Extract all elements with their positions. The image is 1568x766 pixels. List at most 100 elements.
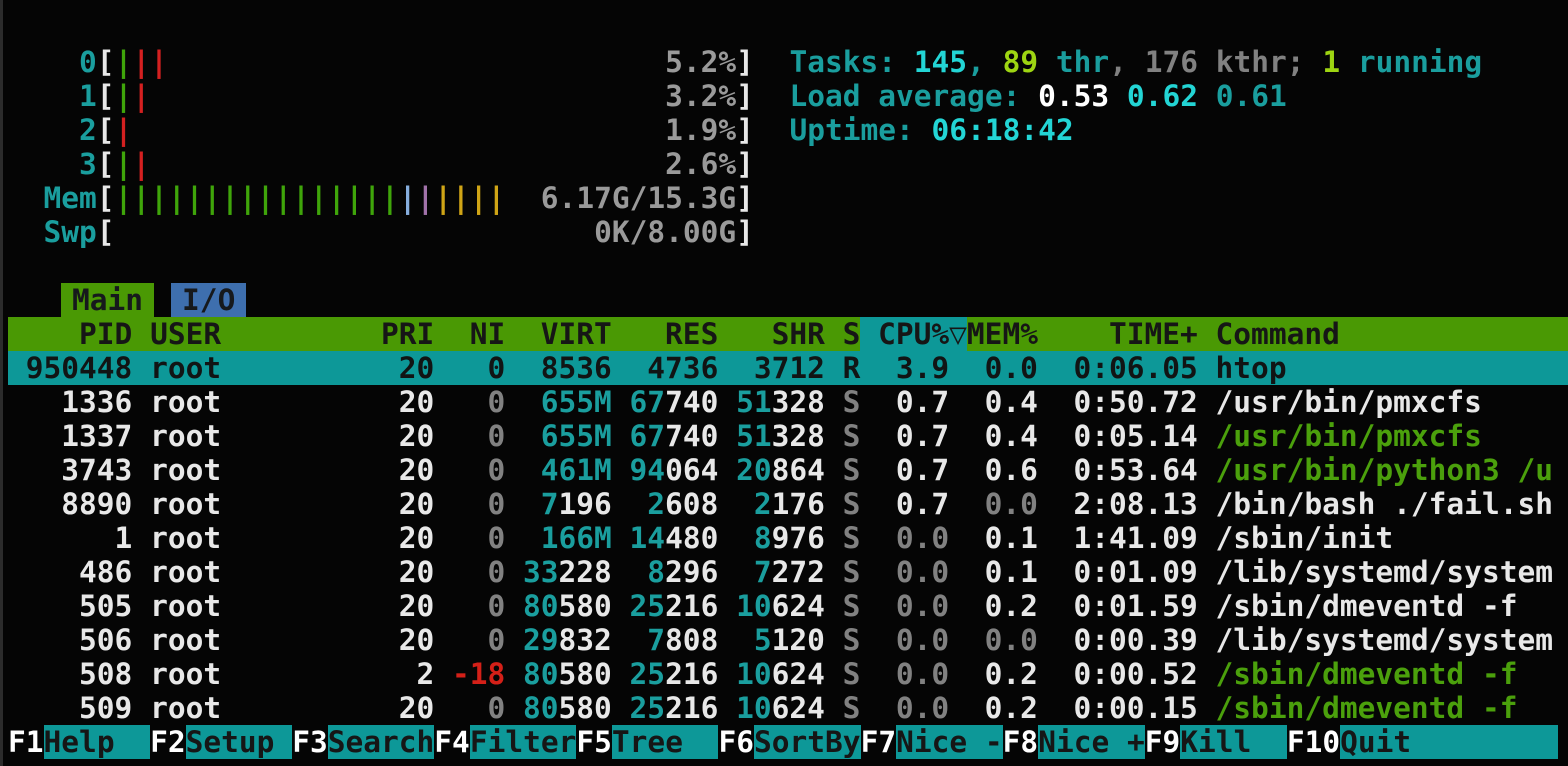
fkey-label: Tree bbox=[612, 725, 719, 759]
mem-mb-digits: 14 bbox=[630, 521, 666, 555]
meter-label: 1 bbox=[8, 79, 97, 113]
column-header-shr[interactable]: SHR bbox=[736, 317, 825, 351]
info-segment: 1 bbox=[1322, 45, 1340, 79]
cell-pid: 8890 bbox=[8, 487, 132, 521]
column-header-command[interactable]: Command bbox=[1216, 317, 1568, 351]
meter-bars: ||| bbox=[115, 45, 168, 79]
meter-bar-purple: | bbox=[417, 181, 435, 215]
process-row[interactable]: 509root200805802521610624S0.00.20:00.15/… bbox=[8, 691, 1568, 725]
cell-pid: 1336 bbox=[8, 385, 132, 419]
cell-shr: 10624 bbox=[736, 657, 825, 691]
column-header-time[interactable]: TIME+ bbox=[1056, 317, 1198, 351]
column-header-virt[interactable]: VIRT bbox=[523, 317, 612, 351]
meter-bar-green: | bbox=[115, 45, 133, 79]
mem-mb-digits: 166M bbox=[541, 521, 612, 555]
column-header-res[interactable]: RES bbox=[630, 317, 719, 351]
cell-pid: 505 bbox=[8, 589, 132, 623]
meter-open-bracket: [ bbox=[97, 181, 115, 215]
meter-bar-green: |||||||||||||||| bbox=[115, 181, 399, 215]
fkey-f9-kill[interactable]: F9Kill bbox=[1145, 725, 1287, 759]
fkey-f1-help[interactable]: F1Help bbox=[8, 725, 150, 759]
meter-bars: | bbox=[115, 113, 133, 147]
process-row[interactable]: 506root2002983278085120S0.00.00:00.39/li… bbox=[8, 623, 1568, 657]
fkey-f3-search[interactable]: F3Search bbox=[292, 725, 434, 759]
mem-mb-digits: 80 bbox=[523, 657, 559, 691]
column-header-pid[interactable]: PID bbox=[8, 317, 132, 351]
mem-mb-digits: 5 bbox=[754, 623, 772, 657]
process-row[interactable]: 1337root200655M6774051328S0.70.40:05.14/… bbox=[8, 419, 1568, 453]
meter-open-bracket: [ bbox=[97, 45, 115, 79]
mem-kb-digits: 580 bbox=[559, 691, 612, 725]
column-header-mem[interactable]: MEM% bbox=[967, 317, 1038, 351]
cell-virt: 29832 bbox=[523, 623, 612, 657]
cell-mem-percent: 0.0 bbox=[967, 487, 1038, 521]
tab-main[interactable]: Main bbox=[61, 283, 153, 317]
fkey-f7-nice[interactable]: F7Nice - bbox=[861, 725, 1003, 759]
info-segment: 0.61 bbox=[1216, 79, 1287, 113]
cell-virt: 8536 bbox=[523, 351, 612, 385]
cell-res: 14480 bbox=[630, 521, 719, 555]
fkey-f5-tree[interactable]: F5Tree bbox=[576, 725, 718, 759]
process-row[interactable]: 486root2003322882967272S0.00.10:01.09/li… bbox=[8, 555, 1568, 589]
cell-cpu-percent: 0.7 bbox=[878, 419, 949, 453]
process-row[interactable]: 3743root200461M9406420864S0.70.60:53.64/… bbox=[8, 453, 1568, 487]
cell-shr: 20864 bbox=[736, 453, 825, 487]
meter-bar-red: | bbox=[132, 79, 150, 113]
cell-command: /sbin/dmeventd -f bbox=[1216, 657, 1568, 691]
fkey-label: SortBy bbox=[754, 725, 861, 759]
mem-kb-digits: 120 bbox=[772, 623, 825, 657]
meter-label: 3 bbox=[8, 147, 97, 181]
fkey-f10-quit[interactable]: F10Quit bbox=[1287, 725, 1558, 759]
fkey-label: Filter bbox=[470, 725, 577, 759]
mem-kb-digits: 216 bbox=[665, 589, 718, 623]
process-row[interactable]: 1336root200655M6774051328S0.70.40:50.72/… bbox=[8, 385, 1568, 419]
meter-label: 0 bbox=[8, 45, 97, 79]
cell-res: 8296 bbox=[630, 555, 719, 589]
cell-pid: 1 bbox=[8, 521, 132, 555]
cell-res: 67740 bbox=[630, 419, 719, 453]
process-table-header: PID USER PRI NI VIRT RES SHR SCPU%▽MEM% TIME+ Com… bbox=[8, 317, 1568, 351]
cell-state: S bbox=[843, 657, 861, 691]
column-header-ni[interactable]: NI bbox=[452, 317, 505, 351]
cell-virt: 33228 bbox=[523, 555, 612, 589]
meter-close-bracket: ] bbox=[736, 215, 754, 249]
cell-state: S bbox=[843, 691, 861, 725]
info-segment: Load average: bbox=[789, 79, 1038, 113]
cell-res: 94064 bbox=[630, 453, 719, 487]
meter-close-bracket: ] bbox=[736, 113, 754, 147]
cell-ni: 0 bbox=[452, 691, 505, 725]
cell-ni: 0 bbox=[452, 555, 505, 589]
cell-user: root bbox=[150, 589, 363, 623]
fkey-key: F2 bbox=[150, 725, 186, 759]
process-row[interactable]: 508root2-18805802521610624S0.00.20:00.52… bbox=[8, 657, 1568, 691]
cell-time: 0:06.05 bbox=[1056, 351, 1198, 385]
fkey-f8-nice[interactable]: F8Nice + bbox=[1003, 725, 1145, 759]
process-row[interactable]: 8890root200719626082176S0.70.02:08.13/bi… bbox=[8, 487, 1568, 521]
meter-close-bracket: ] bbox=[736, 147, 754, 181]
meter-value: 0K/8.00G bbox=[594, 215, 736, 249]
cell-shr: 10624 bbox=[736, 691, 825, 725]
tab-io[interactable]: I/O bbox=[171, 283, 246, 317]
cell-virt: 80580 bbox=[523, 589, 612, 623]
column-header-pri[interactable]: PRI bbox=[381, 317, 434, 351]
meter-field: 0K/8.00G bbox=[115, 215, 737, 249]
cell-pid: 508 bbox=[8, 657, 132, 691]
cell-mem-percent: 0.2 bbox=[967, 589, 1038, 623]
cell-time: 0:01.09 bbox=[1056, 555, 1198, 589]
process-row-selected[interactable]: 950448root200853647363712R3.90.00:06.05h… bbox=[8, 351, 1568, 385]
column-header-s[interactable]: S bbox=[843, 317, 861, 351]
mem-kb-digits: 064 bbox=[665, 453, 718, 487]
mem-kb-digits: 580 bbox=[559, 589, 612, 623]
column-header-user[interactable]: USER bbox=[150, 317, 363, 351]
fkey-f4-filter[interactable]: F4Filter bbox=[434, 725, 576, 759]
meter-value: 3.2% bbox=[665, 79, 736, 113]
fkey-f2-setup[interactable]: F2Setup bbox=[150, 725, 292, 759]
mem-mb-digits: 67 bbox=[630, 385, 666, 419]
cell-state: S bbox=[843, 385, 861, 419]
cell-time: 0:00.15 bbox=[1056, 691, 1198, 725]
column-header-cpu[interactable]: CPU%▽ bbox=[860, 317, 967, 351]
process-row[interactable]: 1root200166M144808976S0.00.11:41.09/sbin… bbox=[8, 521, 1568, 555]
cell-shr: 51328 bbox=[736, 385, 825, 419]
fkey-f6-sortby[interactable]: F6SortBy bbox=[718, 725, 860, 759]
process-row[interactable]: 505root200805802521610624S0.00.20:01.59/… bbox=[8, 589, 1568, 623]
